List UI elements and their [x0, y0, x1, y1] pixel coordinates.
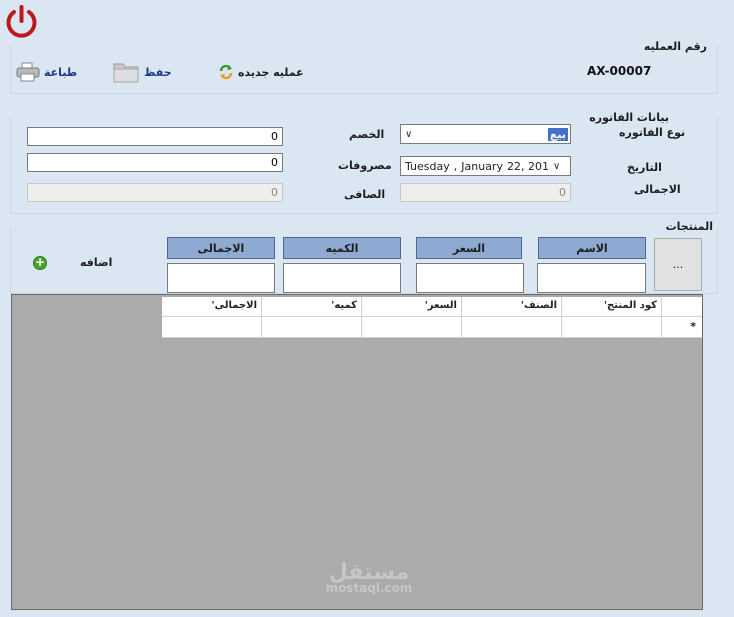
save-button[interactable]: حفظ	[112, 60, 172, 84]
col-price-header[interactable]: السعر	[416, 237, 522, 259]
net-field	[27, 183, 283, 202]
grid-col-item[interactable]: 'الصنف	[462, 297, 562, 317]
invoice-data-title: بيانات الفاتوره	[586, 111, 672, 124]
printer-icon	[16, 62, 40, 82]
grid-cell[interactable]	[562, 317, 662, 338]
watermark-url: mostaql.com	[325, 581, 413, 595]
invoice-type-select[interactable]: ∨ بيع	[400, 124, 571, 144]
add-icon[interactable]: +	[33, 256, 47, 270]
power-icon[interactable]	[2, 4, 40, 38]
grid-col-qty[interactable]: 'كميه	[262, 297, 362, 317]
products-title: المنتجات	[662, 220, 716, 233]
discount-label: الخصم	[349, 128, 385, 141]
folder-icon	[113, 63, 139, 83]
grid-cell[interactable]	[462, 317, 562, 338]
grid-col-price[interactable]: 'السعر	[362, 297, 462, 317]
add-product-button[interactable]: اضافه	[80, 256, 112, 269]
invoice-type-value: بيع	[547, 127, 568, 141]
print-button[interactable]: طباعة	[16, 62, 77, 82]
product-price-field[interactable]	[416, 263, 524, 293]
date-label: التاريخ	[627, 161, 662, 174]
new-row-marker: *	[662, 317, 702, 338]
table-row[interactable]: *	[162, 317, 702, 338]
new-operation-button[interactable]: عمليه جديده	[218, 64, 304, 80]
total-label: الاجمالى	[634, 183, 681, 196]
grid-cell[interactable]	[162, 317, 262, 338]
chevron-down-icon: ∨	[405, 128, 413, 140]
product-name-field[interactable]	[537, 263, 646, 293]
col-qty-header[interactable]: الكميه	[283, 237, 401, 259]
save-label: حفظ	[144, 65, 172, 79]
grid-cell[interactable]	[362, 317, 462, 338]
grid-col-code[interactable]: 'كود المنتج	[562, 297, 662, 317]
product-qty-field[interactable]	[283, 263, 401, 293]
date-separator: ,	[453, 159, 458, 173]
date-month: January	[461, 159, 503, 173]
date-rest: 22, 201	[506, 159, 549, 173]
refresh-icon	[219, 64, 233, 80]
operation-number: AX-00007	[587, 64, 652, 78]
product-total-field[interactable]	[167, 263, 275, 293]
date-day: Tuesday	[405, 159, 450, 173]
expenses-field[interactable]	[27, 153, 283, 172]
invoice-type-label: نوع الفاتوره	[619, 126, 686, 139]
col-name-header[interactable]: الاسم	[538, 237, 646, 259]
grid-cell[interactable]	[262, 317, 362, 338]
operation-number-title: رقم العمليه	[640, 40, 710, 53]
watermark: مستقل mostaql.com	[314, 560, 424, 595]
print-label: طباعة	[44, 65, 78, 79]
grid-col-total[interactable]: 'الاجمالى	[162, 297, 262, 317]
new-operation-label: عمليه جديده	[238, 65, 304, 79]
grid-row-header-corner	[662, 297, 702, 317]
total-field	[400, 183, 571, 202]
expenses-label: مصروفات	[338, 159, 392, 172]
discount-field[interactable]	[27, 127, 283, 146]
net-label: الصافى	[344, 188, 386, 201]
chevron-down-icon[interactable]: ∨	[553, 161, 560, 172]
browse-products-button[interactable]: ...	[654, 238, 702, 291]
grid-header: 'الاجمالى 'كميه 'السعر 'الصنف 'كود المنت…	[162, 297, 702, 317]
col-total-header[interactable]: الاجمالى	[167, 237, 275, 259]
date-picker[interactable]: Tuesday , January 22, 201 ∨	[400, 156, 571, 176]
